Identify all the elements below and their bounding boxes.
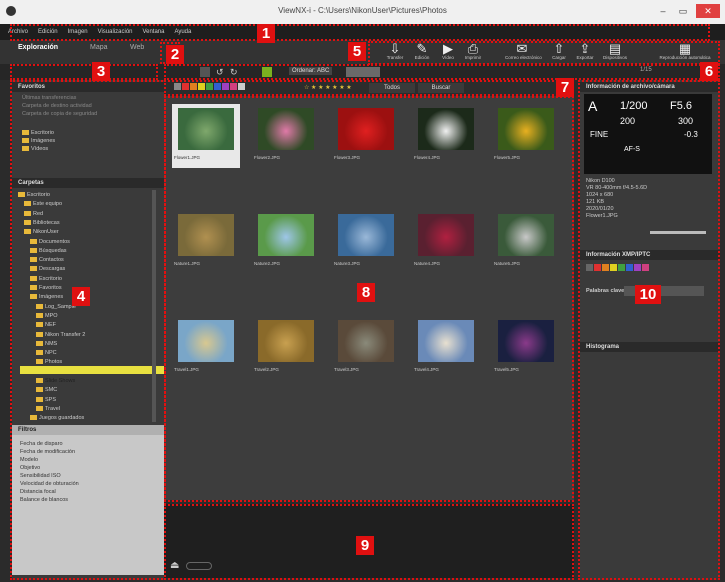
region-6-outline [164, 64, 720, 80]
window-title: ViewNX-i - C:\Users\NikonUser\Pictures\P… [278, 6, 447, 15]
region-4-outline [10, 80, 166, 580]
callout-5: 5 [348, 42, 366, 61]
tab-mapa[interactable]: Mapa [90, 44, 108, 51]
callout-1: 1 [257, 24, 275, 43]
close-button[interactable]: ✕ [696, 4, 720, 18]
callout-2: 2 [166, 45, 184, 64]
callout-6: 6 [700, 62, 718, 81]
callout-4: 4 [72, 287, 90, 306]
region-3-outline [10, 64, 158, 80]
title-bar: ViewNX-i - C:\Users\NikonUser\Pictures\P… [0, 0, 725, 24]
callout-10: 10 [635, 285, 661, 304]
region-7-outline [164, 80, 574, 96]
region-1-outline [10, 24, 710, 41]
region-10-outline [578, 80, 720, 580]
callout-9: 9 [356, 536, 374, 555]
minimize-button[interactable]: – [654, 4, 672, 18]
callout-3: 3 [92, 62, 110, 81]
tab-web[interactable]: Web [130, 44, 144, 51]
callout-8: 8 [357, 283, 375, 302]
maximize-button[interactable]: ▭ [674, 4, 692, 18]
tab-exploracion[interactable]: Exploración [18, 44, 58, 51]
region-5-outline [368, 41, 720, 65]
callout-7: 7 [556, 78, 574, 97]
